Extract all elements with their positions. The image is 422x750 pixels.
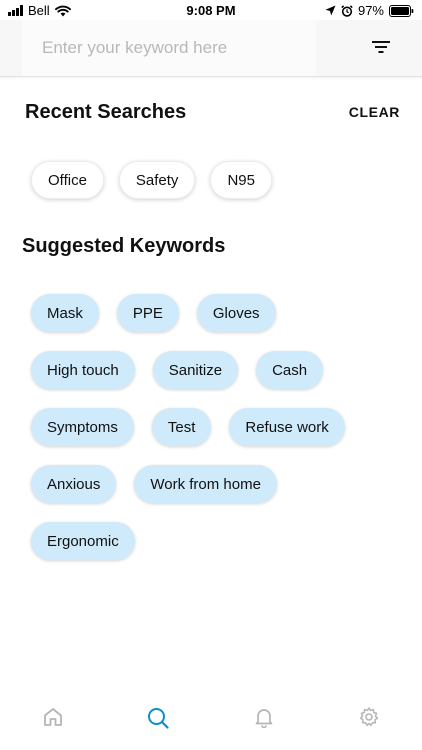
keyword-chip[interactable]: Ergonomic — [31, 522, 135, 560]
keyword-chip[interactable]: Test — [151, 408, 212, 446]
search-box — [22, 20, 316, 76]
battery-percent: 97% — [357, 3, 384, 18]
tab-search[interactable] — [106, 698, 212, 750]
search-icon — [148, 708, 169, 729]
status-bar: Bell 9:08 PM 97% — [0, 0, 422, 22]
battery-icon — [389, 4, 414, 17]
suggested-keywords-title: Suggested Keywords — [22, 235, 226, 257]
keyword-chip[interactable]: Refuse work — [229, 408, 345, 446]
search-input[interactable] — [42, 20, 312, 76]
keyword-chip[interactable]: Cash — [256, 351, 324, 389]
tab-notifications[interactable] — [211, 698, 317, 750]
keyword-chip[interactable]: Work from home — [134, 465, 277, 503]
recent-searches-title: Recent Searches — [25, 101, 187, 123]
tab-home[interactable] — [0, 698, 106, 750]
recent-search-chip[interactable]: Office — [31, 161, 104, 199]
keyword-chip[interactable]: Gloves — [196, 294, 276, 332]
alarm-icon — [341, 4, 353, 17]
tab-bar — [0, 698, 422, 750]
location-arrow-icon — [325, 5, 336, 16]
recent-searches-list: Office Safety N95 — [31, 161, 272, 199]
filter-icon — [372, 41, 390, 53]
keyword-chip[interactable]: Sanitize — [152, 351, 239, 389]
recent-search-chip[interactable]: Safety — [118, 161, 196, 199]
suggested-keywords-list: Mask PPE Gloves High touch Sanitize Cash… — [31, 294, 391, 560]
filter-button[interactable] — [368, 34, 394, 60]
status-right: 97% — [325, 3, 414, 18]
keyword-chip[interactable]: Symptoms — [31, 408, 134, 446]
keyword-chip[interactable]: PPE — [116, 294, 179, 332]
search-header — [0, 20, 422, 77]
recent-search-chip[interactable]: N95 — [210, 161, 272, 199]
tab-settings[interactable] — [317, 698, 422, 750]
keyword-chip[interactable]: Mask — [31, 294, 99, 332]
bell-icon — [255, 709, 273, 728]
clear-button[interactable]: CLEAR — [349, 104, 400, 120]
keyword-chip[interactable]: High touch — [31, 351, 135, 389]
settings-icon — [360, 707, 379, 727]
home-icon — [43, 708, 62, 726]
keyword-chip[interactable]: Anxious — [31, 465, 117, 503]
